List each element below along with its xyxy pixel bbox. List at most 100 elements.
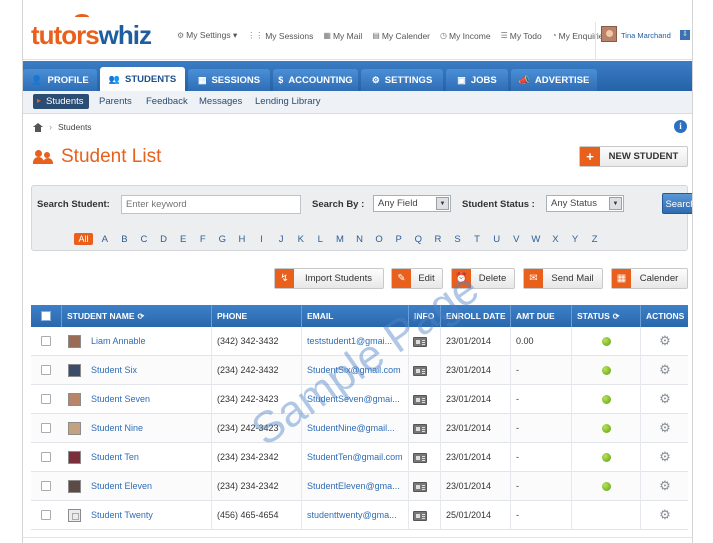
letter-i[interactable]: I	[252, 234, 272, 245]
row-checkbox[interactable]	[41, 394, 51, 404]
user-menu-icon[interactable]: ⇩	[680, 30, 690, 40]
subnav-students[interactable]: Students	[33, 94, 89, 109]
subnav-feedback[interactable]: Feedback	[146, 96, 188, 107]
id-card-icon[interactable]	[413, 395, 427, 405]
row-checkbox[interactable]	[41, 423, 51, 433]
letter-all[interactable]: All	[74, 233, 93, 245]
email-link[interactable]: StudentSeven@gmai...	[307, 394, 400, 404]
delete-button[interactable]: ⏰ Delete	[451, 268, 515, 289]
id-card-icon[interactable]	[413, 482, 427, 492]
id-card-icon[interactable]	[413, 366, 427, 376]
gear-icon[interactable]: ⚙	[659, 334, 671, 347]
table-row[interactable]: Student Six (234) 242-3432 StudentSix@gm…	[31, 356, 688, 385]
my-income-link[interactable]: ◷ My Income	[440, 30, 491, 41]
search-by-select[interactable]: Any Field ▼	[373, 195, 451, 212]
id-card-icon[interactable]	[413, 424, 427, 434]
email-link[interactable]: StudentSix@gmail.com	[307, 365, 401, 375]
import-students-button[interactable]: ↯ Import Students	[274, 268, 384, 289]
letter-e[interactable]: E	[173, 234, 193, 245]
letter-x[interactable]: X	[546, 234, 566, 245]
letter-c[interactable]: C	[134, 234, 154, 245]
letter-r[interactable]: R	[428, 234, 448, 245]
letter-d[interactable]: D	[154, 234, 174, 245]
email-link[interactable]: StudentNine@gmail...	[307, 423, 395, 433]
letter-o[interactable]: O	[369, 234, 389, 245]
id-card-icon[interactable]	[413, 511, 427, 521]
subnav-lending-library[interactable]: Lending Library	[255, 96, 321, 107]
letter-j[interactable]: J	[271, 234, 291, 245]
my-todo-link[interactable]: ☰ My Todo	[501, 30, 542, 41]
search-button[interactable]: Search	[662, 193, 692, 214]
edit-button[interactable]: ✎ Edit	[391, 268, 443, 289]
calender-button[interactable]: ▦ Calender	[611, 268, 688, 289]
my-calender-link[interactable]: ▤ My Calender	[372, 30, 430, 41]
student-name-link[interactable]: Student Nine	[91, 423, 143, 433]
row-checkbox[interactable]	[41, 510, 51, 520]
letter-t[interactable]: T	[467, 234, 487, 245]
tab-advertise[interactable]: 📣 ADVERTISE	[511, 69, 597, 91]
letter-p[interactable]: P	[389, 234, 409, 245]
user-box[interactable]: Tina Marchand ⇩	[595, 22, 692, 60]
letter-f[interactable]: F	[193, 234, 213, 245]
letter-m[interactable]: M	[330, 234, 350, 245]
subnav-messages[interactable]: Messages	[199, 96, 242, 107]
student-name-link[interactable]: Student Seven	[91, 394, 150, 404]
gear-icon[interactable]: ⚙	[659, 392, 671, 405]
tab-students[interactable]: 👥 STUDENTS	[100, 67, 185, 91]
email-link[interactable]: StudentTen@gmail.com	[307, 452, 403, 462]
tab-profile[interactable]: 👤 PROFILE	[23, 69, 97, 91]
letter-q[interactable]: Q	[409, 234, 429, 245]
table-row[interactable]: Student Seven (234) 242-3423 StudentSeve…	[31, 385, 688, 414]
subnav-parents[interactable]: Parents	[99, 96, 132, 107]
row-checkbox[interactable]	[41, 481, 51, 491]
table-row[interactable]: Liam Annable (342) 342-3432 teststudent1…	[31, 327, 688, 356]
letter-a[interactable]: A	[95, 234, 115, 245]
letter-b[interactable]: B	[115, 234, 135, 245]
gear-icon[interactable]: ⚙	[659, 479, 671, 492]
letter-g[interactable]: G	[213, 234, 233, 245]
letter-w[interactable]: W	[526, 234, 546, 245]
student-name-link[interactable]: Student Ten	[91, 452, 139, 462]
id-card-icon[interactable]	[413, 337, 427, 347]
student-status-select[interactable]: Any Status ▼	[546, 195, 624, 212]
letter-h[interactable]: H	[232, 234, 252, 245]
letter-n[interactable]: N	[350, 234, 370, 245]
row-checkbox[interactable]	[41, 336, 51, 346]
select-all-checkbox[interactable]	[41, 311, 51, 321]
student-name-link[interactable]: Student Eleven	[91, 481, 152, 491]
logo[interactable]: tutorswhiz	[31, 22, 152, 48]
letter-s[interactable]: S	[448, 234, 468, 245]
table-row[interactable]: Student Eleven (234) 234-2342 StudentEle…	[31, 472, 688, 501]
student-name-link[interactable]: Liam Annable	[91, 336, 146, 346]
row-checkbox[interactable]	[41, 365, 51, 375]
gear-icon[interactable]: ⚙	[659, 363, 671, 376]
new-student-button[interactable]: + NEW STUDENT	[579, 146, 688, 167]
table-row[interactable]: Student Twenty (456) 465-4654 studenttwe…	[31, 501, 688, 530]
gear-icon[interactable]: ⚙	[659, 508, 671, 521]
search-input[interactable]	[121, 195, 301, 214]
student-name-link[interactable]: Student Twenty	[91, 510, 153, 520]
my-mail-link[interactable]: ▦ My Mail	[323, 30, 362, 41]
tab-sessions[interactable]: ▦ SESSIONS	[188, 69, 270, 91]
letter-u[interactable]: U	[487, 234, 507, 245]
letter-k[interactable]: K	[291, 234, 311, 245]
sort-icon[interactable]: ⟳	[138, 306, 145, 328]
sort-icon[interactable]: ⟳	[613, 306, 620, 328]
email-link[interactable]: studenttwenty@gma...	[307, 510, 397, 520]
my-settings-link[interactable]: ⚙ My Settings ▾	[177, 30, 237, 41]
home-icon[interactable]	[33, 122, 43, 132]
tab-jobs[interactable]: ▣ JOBS	[446, 69, 508, 91]
email-link[interactable]: teststudent1@gmai...	[307, 336, 392, 346]
info-icon[interactable]: i	[674, 120, 687, 133]
send-mail-button[interactable]: ✉ Send Mail	[523, 268, 603, 289]
gear-icon[interactable]: ⚙	[659, 421, 671, 434]
table-row[interactable]: Student Ten (234) 234-2342 StudentTen@gm…	[31, 443, 688, 472]
letter-v[interactable]: V	[506, 234, 526, 245]
tab-accounting[interactable]: $ ACCOUNTING	[273, 69, 358, 91]
id-card-icon[interactable]	[413, 453, 427, 463]
letter-z[interactable]: Z	[585, 234, 605, 245]
tab-settings[interactable]: ⚙ SETTINGS	[361, 69, 443, 91]
letter-y[interactable]: Y	[565, 234, 585, 245]
my-sessions-link[interactable]: ⋮⋮ My Sessions	[247, 30, 313, 41]
table-row[interactable]: Student Nine (234) 242-3423 StudentNine@…	[31, 414, 688, 443]
